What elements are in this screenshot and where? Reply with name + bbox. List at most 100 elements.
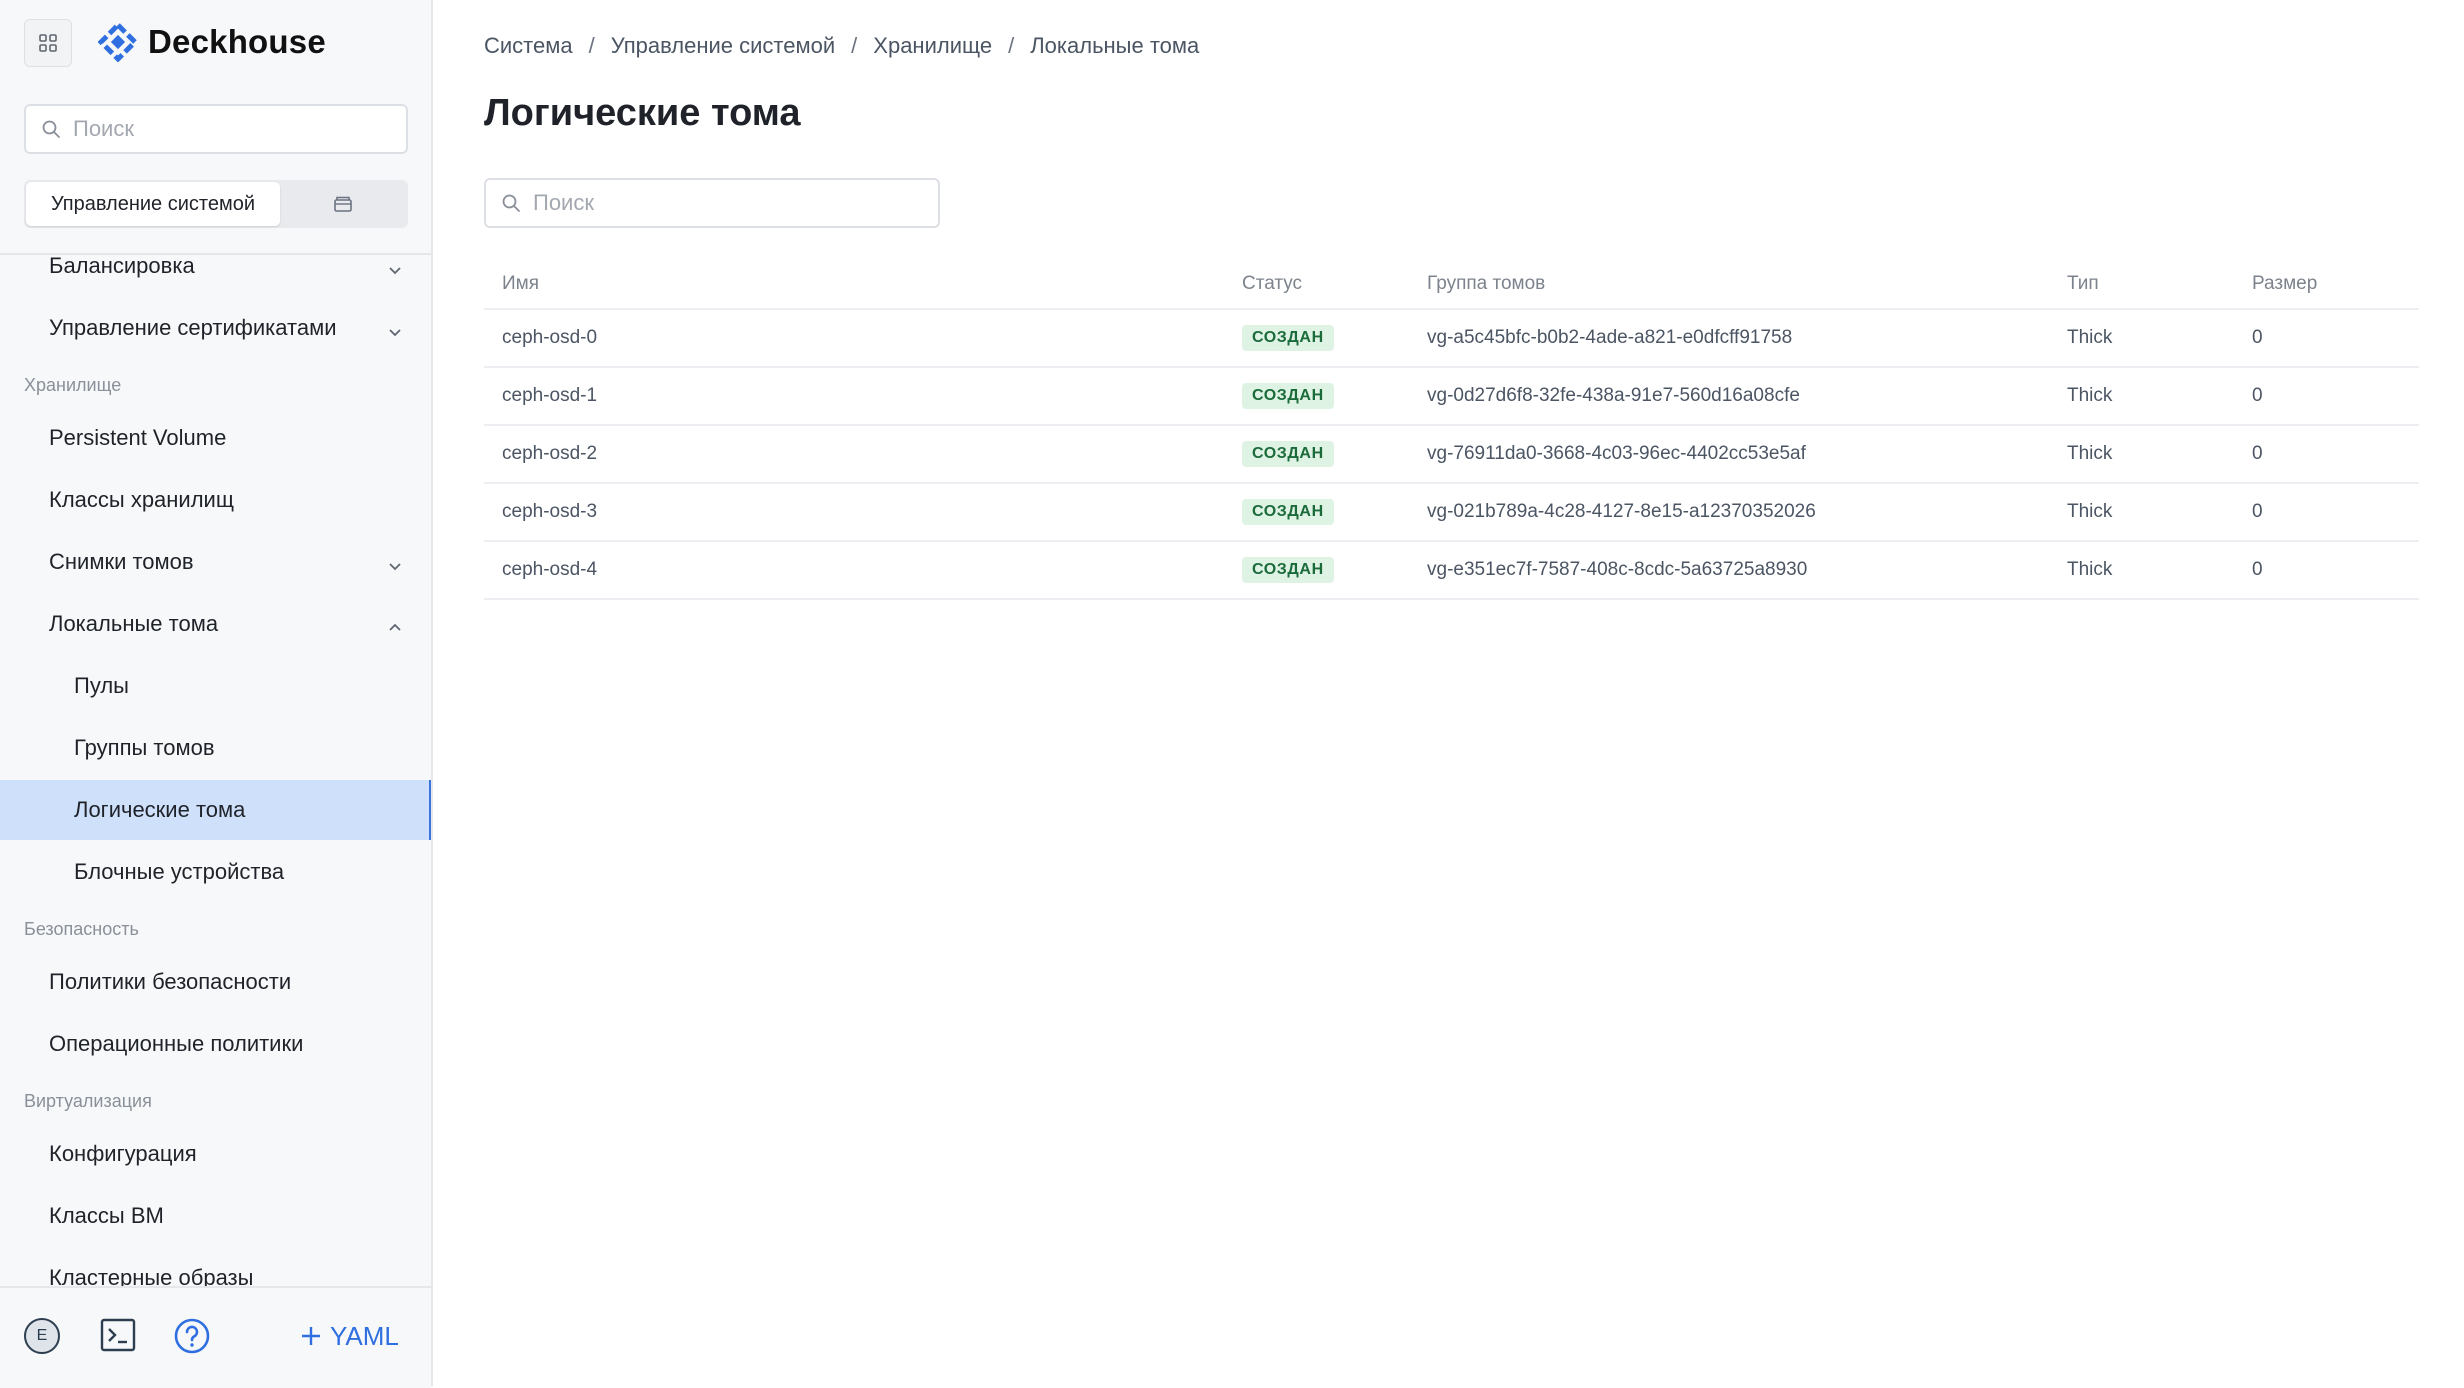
cell-volume-group: vg-0d27d6f8-32fe-438a-91e7-560d16a08cfe xyxy=(1427,385,1800,406)
cell-status: СОЗДАН xyxy=(1242,310,1334,366)
sidebar-item[interactable]: Снимки томов xyxy=(0,532,431,592)
cell-status: СОЗДАН xyxy=(1242,426,1334,482)
sidebar-item[interactable]: Классы хранилищ xyxy=(0,470,431,530)
sidebar-divider xyxy=(0,253,431,255)
cell-name[interactable]: ceph-osd-2 xyxy=(502,426,597,482)
sidebar-item[interactable]: Блочные устройства xyxy=(0,842,431,902)
logical-volumes-table: Имя Статус Группа томов Тип Размер ceph-… xyxy=(484,260,2419,600)
sidebar-item-toggle[interactable] xyxy=(387,320,403,346)
cell-volume-group: vg-e351ec7f-7587-408c-8cdc-5a63725a8930 xyxy=(1427,559,1808,580)
column-header-status[interactable]: Статус xyxy=(1242,260,1302,308)
yaml-label: YAML xyxy=(330,1320,399,1351)
cell-volume-group: vg-021b789a-4c28-4127-8e15-a12370352026 xyxy=(1427,501,1816,522)
status-badge: СОЗДАН xyxy=(1242,441,1334,467)
sidebar-item[interactable]: Политики безопасности xyxy=(0,952,431,1012)
table-row[interactable]: ceph-osd-1 СОЗДАН vg-0d27d6f8-32fe-438a-91… xyxy=(484,368,2419,426)
table-header-row: Имя Статус Группа томов Тип Размер xyxy=(484,260,2419,310)
status-badge: СОЗДАН xyxy=(1242,499,1334,525)
sidebar-item-label: Балансировка xyxy=(49,253,195,278)
breadcrumb: Система / Управление системой / Хранилище / Ло… xyxy=(484,33,1199,59)
sidebar-item[interactable]: Группы томов xyxy=(0,718,431,778)
chevron-down-icon xyxy=(389,563,401,571)
sidebar-item-label: Persistent Volume xyxy=(49,425,227,450)
column-header-name[interactable]: Имя xyxy=(502,260,539,308)
sidebar-item[interactable]: Классы ВМ xyxy=(0,1186,431,1246)
cell-name[interactable]: ceph-osd-3 xyxy=(502,484,597,540)
breadcrumb-separator: / xyxy=(1008,33,1015,58)
table-row[interactable]: ceph-osd-2 СОЗДАН vg-76911da0-3668-4c03-96… xyxy=(484,426,2419,484)
deckhouse-logo-icon xyxy=(98,22,138,62)
cell-name[interactable]: ceph-osd-4 xyxy=(502,542,597,598)
sidebar-header: Deckhouse Управление системой xyxy=(0,0,431,255)
sidebar-item-label: Пулы xyxy=(74,673,129,698)
logo[interactable]: Deckhouse xyxy=(98,22,326,62)
sidebar-item-toggle[interactable] xyxy=(387,554,403,580)
sidebar-item-label: Логические тома xyxy=(74,797,246,822)
table-row[interactable]: ceph-osd-4 СОЗДАН vg-e351ec7f-7587-408c-8c… xyxy=(484,542,2419,600)
sidebar-item[interactable]: Конфигурация xyxy=(0,1124,431,1184)
table-row[interactable]: ceph-osd-0 СОЗДАН vg-a5c45bfc-b0b2-4ade-a8… xyxy=(484,310,2419,368)
cell-type: Thick xyxy=(2067,327,2113,348)
breadcrumb-item[interactable]: Управление системой xyxy=(611,33,835,59)
sidebar-item-toggle[interactable] xyxy=(387,258,403,284)
cell-volume-group: vg-a5c45bfc-b0b2-4ade-a821-e0dfcff91758 xyxy=(1427,327,1793,348)
sidebar-item[interactable]: Локальные тома xyxy=(0,594,431,654)
cell-name[interactable]: ceph-osd-0 xyxy=(502,310,597,366)
sidebar-item-label: Блочные устройства xyxy=(74,859,285,884)
sidebar-section-label: Безопасность xyxy=(24,919,139,939)
sidebar-item[interactable]: Persistent Volume xyxy=(0,408,431,468)
table-body: ceph-osd-0 СОЗДАН vg-a5c45bfc-b0b2-4ade-a8… xyxy=(484,310,2419,600)
cell-status: СОЗДАН xyxy=(1242,368,1334,424)
sidebar-search[interactable] xyxy=(24,104,408,154)
breadcrumb-separator: / xyxy=(851,33,858,58)
add-yaml-button[interactable]: YAML xyxy=(300,1316,399,1356)
table-row[interactable]: ceph-osd-3 СОЗДАН vg-021b789a-4c28-4127-8e… xyxy=(484,484,2419,542)
avatar[interactable]: E xyxy=(24,1318,60,1354)
cell-size: 0 xyxy=(2252,327,2263,348)
sidebar-item-label: Кластерные образы xyxy=(49,1265,254,1286)
status-badge: СОЗДАН xyxy=(1242,325,1334,351)
cell-type: Thick xyxy=(2067,559,2113,580)
cell-status: СОЗДАН xyxy=(1242,484,1334,540)
table-search[interactable] xyxy=(484,178,940,228)
segment-label: Управление системой xyxy=(50,192,255,215)
sidebar-item-label: Снимки томов xyxy=(49,549,194,574)
breadcrumb-separator: / xyxy=(588,33,595,58)
sidebar-footer: E YAML xyxy=(0,1286,431,1388)
breadcrumb-item[interactable]: Система xyxy=(484,33,573,59)
breadcrumb-item[interactable]: Хранилище xyxy=(873,33,992,59)
column-header-size[interactable]: Размер xyxy=(2252,260,2317,308)
sidebar-item[interactable]: Управление сертификатами xyxy=(0,298,431,358)
sidebar-item-label: Управление сертификатами xyxy=(49,315,337,340)
main-content: Система / Управление системой / Хранилище / Ло… xyxy=(433,0,2464,1386)
chevron-down-icon xyxy=(389,329,401,337)
box-icon xyxy=(334,196,352,212)
sidebar-item[interactable]: Кластерные образы xyxy=(0,1248,431,1286)
sidebar-item-label: Операционные политики xyxy=(49,1031,304,1056)
help-icon[interactable] xyxy=(173,1317,211,1355)
terminal-icon[interactable] xyxy=(100,1318,136,1352)
cell-size: 0 xyxy=(2252,501,2263,522)
status-badge: СОЗДАН xyxy=(1242,557,1334,583)
apps-button[interactable] xyxy=(24,19,72,67)
cell-name[interactable]: ceph-osd-1 xyxy=(502,368,597,424)
sidebar-item-toggle[interactable] xyxy=(387,616,403,642)
sidebar-item[interactable]: Пулы xyxy=(0,656,431,716)
sidebar-section-label: Хранилище xyxy=(24,375,122,395)
sidebar-item[interactable]: Операционные политики xyxy=(0,1014,431,1074)
table-search-input[interactable] xyxy=(531,189,835,217)
avatar-letter: E xyxy=(36,1327,48,1344)
column-header-type[interactable]: Тип xyxy=(2067,260,2099,308)
cell-type: Thick xyxy=(2067,501,2113,522)
cell-size: 0 xyxy=(2252,443,2263,464)
breadcrumb-item: Локальные тома xyxy=(1030,33,1200,58)
segment-system-management[interactable]: Управление системой xyxy=(26,182,280,226)
segment-workspace[interactable] xyxy=(280,182,406,226)
sidebar-item-label: Классы хранилищ xyxy=(49,487,234,512)
column-header-volume-group[interactable]: Группа томов xyxy=(1427,260,1545,308)
context-switcher: Управление системой xyxy=(24,180,408,228)
sidebar-item[interactable]: Логические тома xyxy=(0,780,431,840)
sidebar-search-input[interactable] xyxy=(71,115,375,143)
status-badge: СОЗДАН xyxy=(1242,383,1334,409)
cell-size: 0 xyxy=(2252,385,2263,406)
